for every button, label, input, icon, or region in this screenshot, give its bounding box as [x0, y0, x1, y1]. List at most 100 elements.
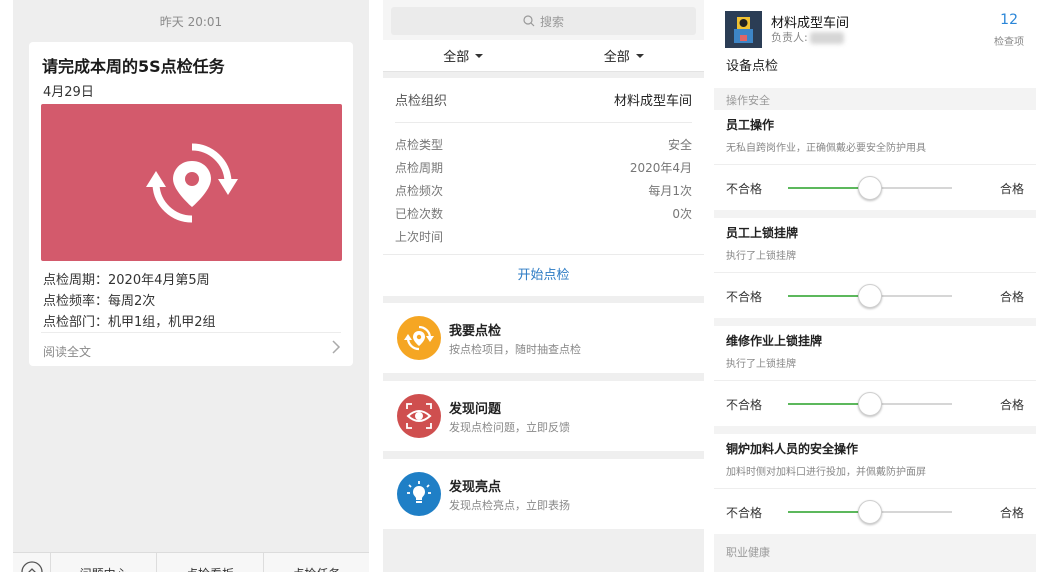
section-header-safety: 操作安全	[726, 94, 770, 107]
caret-down-icon	[475, 53, 484, 58]
chevron-right-icon	[332, 340, 341, 354]
search-input[interactable]: 搜索	[391, 7, 696, 35]
fail-label: 不合格	[726, 290, 763, 304]
menu-item-find-problem[interactable]: 发现问题 发现点检问题，立即反馈	[383, 381, 704, 451]
slider-knob[interactable]	[858, 392, 882, 416]
pass-label: 合格	[999, 290, 1024, 304]
pass-label: 合格	[999, 182, 1024, 196]
info-label: 点检频次	[395, 184, 444, 198]
menu-title: 发现问题	[449, 402, 502, 417]
message-timestamp: 昨天 20:01	[159, 15, 223, 29]
inspection-home-panel: 搜索 全部 全部 点检组织 材料成型车间 点检类型 安全 点检周期 2020年4…	[383, 0, 704, 572]
card-period: 点检周期：2020年4月第5周	[43, 273, 210, 288]
tab-inspection-board[interactable]: 点检看板	[157, 553, 264, 572]
info-row-count: 已检次数 0次	[395, 205, 692, 223]
pass-label: 合格	[999, 398, 1024, 412]
card-title: 请完成本周的5S点检任务	[42, 57, 225, 76]
check-item: 员工操作 无私自跨岗作业，正确佩戴必要安全防护用具 不合格 合格	[714, 110, 1036, 210]
search-icon	[523, 15, 535, 27]
divider	[714, 164, 1036, 165]
card-departments: 点检部门：机甲1组，机甲2组	[43, 315, 216, 330]
filter-dropdown-1[interactable]: 全部	[383, 40, 544, 71]
slider-knob[interactable]	[858, 176, 882, 200]
info-row-period: 点检周期 2020年4月	[395, 159, 692, 177]
filter-label: 全部	[603, 50, 630, 65]
task-card[interactable]: 请完成本周的5S点检任务 4月29日 点检周期：2020年4月第5周 点检频率：…	[29, 42, 353, 366]
info-label: 点检类型	[395, 138, 444, 152]
keyboard-toggle[interactable]	[13, 553, 51, 572]
owner-name-redacted	[809, 32, 844, 44]
slider-knob[interactable]	[858, 284, 882, 308]
divider	[714, 488, 1036, 489]
divider	[714, 380, 1036, 381]
check-item-title: 员工操作	[726, 118, 775, 132]
pass-fail-slider[interactable]	[788, 392, 952, 416]
info-row-last-time: 上次时间	[395, 228, 692, 246]
owner-label: 负责人:	[771, 31, 808, 44]
pass-fail-slider[interactable]	[788, 284, 952, 308]
check-item-title: 维修作业上锁挂牌	[726, 334, 823, 348]
org-label: 点检组织	[395, 94, 448, 109]
check-item-desc: 加料时侧对加料口进行投加，并佩戴防护面屏	[726, 467, 926, 478]
divider	[714, 272, 1036, 273]
info-label: 上次时间	[395, 230, 444, 244]
info-label: 已检次数	[395, 207, 444, 221]
filter-label: 全部	[443, 50, 470, 65]
keyboard-icon	[20, 561, 43, 572]
filter-dropdown-2[interactable]: 全部	[544, 40, 705, 71]
search-placeholder: 搜索	[539, 14, 564, 29]
check-item-title: 铜炉加料人员的安全操作	[726, 442, 859, 456]
info-value: 安全	[667, 138, 692, 152]
pass-fail-slider[interactable]	[788, 500, 952, 524]
lightbulb-icon	[397, 472, 441, 516]
card-frequency: 点检频率：每周2次	[43, 294, 156, 309]
info-value: 每月1次	[648, 184, 692, 198]
info-value: 0次	[672, 207, 692, 221]
fail-label: 不合格	[726, 182, 763, 196]
message-panel: 昨天 20:01 请完成本周的5S点检任务 4月29日 点检周期：2020年4月…	[13, 0, 369, 572]
check-item: 铜炉加料人员的安全操作 加料时侧对加料口进行投加，并佩戴防护面屏 不合格 合格	[714, 434, 1036, 534]
fail-label: 不合格	[726, 506, 763, 520]
owner-line: 负责人:	[771, 29, 844, 45]
pass-label: 合格	[999, 506, 1024, 520]
menu-subtitle: 按点检项目，随时抽查点检	[449, 343, 581, 356]
avatar	[725, 11, 762, 48]
slider-knob[interactable]	[858, 500, 882, 524]
caret-down-icon	[635, 53, 644, 58]
equipment-inspection-panel: 材料成型车间 负责人: 12 检查项 设备点检 操作安全 员工操作 无私自跨岗作…	[714, 0, 1036, 572]
section-header-health: 职业健康	[726, 546, 770, 559]
eye-target-icon	[397, 394, 441, 438]
filter-bar: 全部 全部	[383, 40, 704, 72]
check-item: 员工上锁挂牌 执行了上锁挂牌 不合格 合格	[714, 218, 1036, 318]
check-item-count: 12	[1000, 12, 1018, 28]
inspection-info-card: 点检组织 材料成型车间 点检类型 安全 点检周期 2020年4月 点检频次 每月…	[383, 78, 704, 296]
divider	[383, 254, 704, 255]
start-inspection-button[interactable]: 开始点检	[383, 264, 704, 283]
info-label: 点检周期	[395, 161, 444, 175]
read-more-link[interactable]: 阅读全文	[43, 343, 91, 360]
screenshot-stage: 昨天 20:01 请完成本周的5S点检任务 4月29日 点检周期：2020年4月…	[0, 0, 1046, 572]
card-divider	[41, 332, 341, 333]
page-title: 设备点检	[726, 59, 779, 74]
tab-inspection-task[interactable]: 点检任务	[264, 553, 369, 572]
check-item-desc: 执行了上锁挂牌	[726, 251, 796, 262]
menu-subtitle: 发现点检亮点，立即表扬	[449, 499, 570, 512]
location-refresh-icon	[397, 316, 441, 360]
search-bar: 搜索	[383, 0, 704, 40]
menu-subtitle: 发现点检问题，立即反馈	[449, 421, 570, 434]
org-value: 材料成型车间	[613, 94, 692, 109]
pass-fail-slider[interactable]	[788, 176, 952, 200]
workshop-header: 材料成型车间 负责人: 12 检查项 设备点检	[714, 0, 1036, 88]
tab-problem-center[interactable]: 问题中心	[51, 553, 158, 572]
info-row-frequency: 点检频次 每月1次	[395, 182, 692, 200]
location-refresh-icon	[145, 142, 238, 223]
menu-item-inspect[interactable]: 我要点检 按点检项目，随时抽查点检	[383, 303, 704, 373]
bottom-tabbar: 问题中心 点检看板 点检任务	[13, 552, 369, 572]
check-item-desc: 无私自跨岗作业，正确佩戴必要安全防护用具	[726, 143, 926, 154]
menu-title: 我要点检	[449, 324, 502, 339]
check-item: 维修作业上锁挂牌 执行了上锁挂牌 不合格 合格	[714, 326, 1036, 426]
card-cover-image	[41, 104, 342, 261]
menu-item-find-highlight[interactable]: 发现亮点 发现点检亮点，立即表扬	[383, 459, 704, 529]
card-date: 4月29日	[43, 85, 94, 100]
menu-title: 发现亮点	[449, 480, 502, 495]
